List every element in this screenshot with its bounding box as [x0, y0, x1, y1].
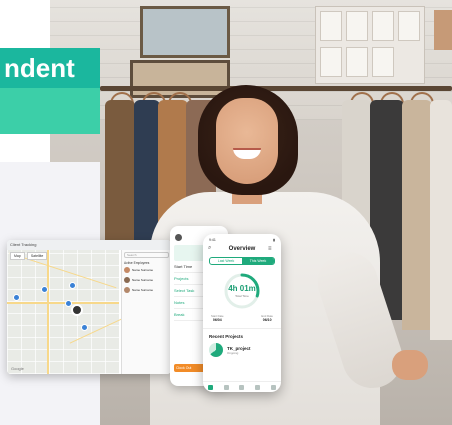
map-window-title: Client Tracking [7, 240, 171, 250]
garment [402, 100, 432, 330]
tab-this-week[interactable]: This Week [242, 258, 274, 264]
framed-picture [140, 6, 230, 58]
map-pin-icon[interactable] [81, 324, 88, 331]
project-progress-icon [209, 343, 223, 357]
map-type-toggle: Map Satellite [10, 252, 48, 260]
settings-icon[interactable] [270, 384, 276, 390]
employee-list-item[interactable]: Name Surname [124, 267, 169, 273]
employee-list-item[interactable]: Name Surname [124, 287, 169, 293]
status-time: 9:41 [209, 238, 216, 242]
total-time-ring: 4h 01m Total Time [223, 272, 261, 310]
employee-list-header: Active Employees [124, 261, 150, 265]
avatar [124, 267, 130, 273]
map-pin-icon[interactable] [41, 286, 48, 293]
tab-last-week[interactable]: Last Week [210, 258, 242, 264]
project-name: TK_project [227, 345, 251, 351]
home-icon[interactable] [208, 384, 214, 390]
start-date: Start Date 06/04 [211, 314, 224, 322]
battery-icon: ▮ [273, 238, 275, 242]
recent-projects-heading: Recent Projects [203, 328, 281, 341]
page-title: Overview [228, 245, 256, 252]
bottom-nav [203, 381, 281, 392]
headline-text: ndent [4, 53, 75, 83]
clock-icon[interactable] [223, 384, 229, 390]
profile-icon [175, 234, 182, 241]
selected-location-pin-icon[interactable] [71, 304, 83, 316]
project-list-item[interactable]: TK_project Ongoing [203, 341, 281, 359]
satellite-toggle-button[interactable]: Satellite [26, 252, 48, 260]
phone-overview: 9:41 ▮ ⌕ Overview ≡ Last Week This Week … [203, 234, 281, 392]
map-pin-icon[interactable] [13, 294, 20, 301]
employee-list-panel: Search Active Employees Name Surname Nam… [121, 250, 171, 374]
total-time-value: 4h 01m [228, 284, 256, 293]
map-toggle-button[interactable]: Map [10, 252, 25, 260]
overview-header: ⌕ Overview ≡ [203, 242, 281, 255]
map-attribution: Google [11, 366, 24, 371]
total-time-label: Total Time [235, 294, 249, 298]
map-pin-icon[interactable] [69, 282, 76, 289]
reports-icon[interactable] [255, 384, 261, 390]
clothing-rail [100, 86, 452, 91]
date-range: Start Date 06/04 End Date 06/10 [203, 312, 281, 324]
garment [430, 100, 452, 340]
menu-icon[interactable]: ≡ [268, 246, 276, 252]
picture-right [434, 10, 452, 50]
map-window: Client Tracking Google Map Satellite Sea… [7, 240, 171, 374]
woman-face [216, 98, 278, 184]
avatar [124, 277, 130, 283]
period-tabs: Last Week This Week [209, 257, 275, 265]
employee-list-item[interactable]: Name Surname [124, 277, 169, 283]
avatar [124, 287, 130, 293]
status-bar: 9:41 ▮ [203, 234, 281, 242]
projects-icon[interactable] [239, 384, 245, 390]
woman-hand [392, 350, 428, 380]
map-view[interactable]: Google [7, 250, 125, 374]
headline-banner: ndent [0, 48, 100, 88]
poster-board [315, 6, 425, 84]
project-status: Ongoing [227, 350, 239, 355]
employee-search-input[interactable]: Search [124, 252, 169, 258]
search-icon[interactable]: ⌕ [208, 245, 216, 252]
end-date: End Date 06/10 [261, 314, 273, 322]
garment [105, 100, 135, 240]
headline-banner-lower [0, 88, 100, 134]
